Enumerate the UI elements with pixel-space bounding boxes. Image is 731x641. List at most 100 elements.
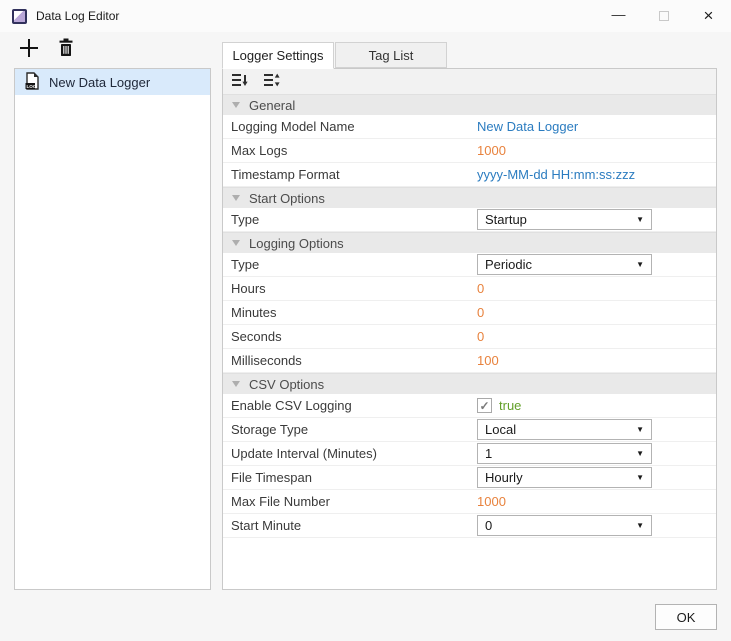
tab-logger-settings[interactable]: Logger Settings bbox=[222, 42, 334, 69]
property-value[interactable]: 1000 bbox=[477, 494, 506, 509]
maximize-button[interactable] bbox=[641, 0, 686, 32]
property-value-cell: New Data Logger bbox=[473, 119, 716, 134]
property-label: Timestamp Format bbox=[231, 167, 473, 182]
dropdown-arrow-icon: ▼ bbox=[636, 425, 644, 434]
collapse-triangle-icon bbox=[232, 102, 240, 108]
property-value-cell: 0 bbox=[473, 281, 716, 296]
collapse-triangle-icon bbox=[232, 240, 240, 246]
property-value-cell: yyyy-MM-dd HH:mm:ss:zzz bbox=[473, 167, 716, 182]
logger-item-label: New Data Logger bbox=[49, 75, 150, 90]
collapse-categories-icon bbox=[232, 73, 249, 90]
ok-button[interactable]: OK bbox=[655, 604, 717, 630]
property-label: Minutes bbox=[231, 305, 473, 320]
property-label: Milliseconds bbox=[231, 353, 473, 368]
dropdown-value: Startup bbox=[485, 212, 527, 227]
dropdown-arrow-icon: ▼ bbox=[636, 473, 644, 482]
property-grid: General Logging Model Name New Data Logger… bbox=[223, 94, 716, 538]
property-row-storage-type: Storage Type Local▼ bbox=[223, 418, 716, 442]
property-label: Logging Model Name bbox=[231, 119, 473, 134]
section-header-logging-options[interactable]: Logging Options bbox=[223, 232, 716, 253]
property-value-cell: ✓ true bbox=[473, 398, 716, 413]
property-label: Max File Number bbox=[231, 494, 473, 509]
property-value-cell: 1000 bbox=[473, 143, 716, 158]
property-value[interactable]: 1000 bbox=[477, 143, 506, 158]
property-value-cell: 1000 bbox=[473, 494, 716, 509]
dropdown-storage-type[interactable]: Local▼ bbox=[477, 419, 652, 440]
property-row-type: Type Periodic▼ bbox=[223, 253, 716, 277]
checkbox-value-label: true bbox=[499, 398, 521, 413]
property-grid-toolbar bbox=[223, 69, 716, 94]
property-label: Type bbox=[231, 257, 473, 272]
property-value-cell: Hourly▼ bbox=[473, 467, 716, 488]
dropdown-arrow-icon: ▼ bbox=[636, 449, 644, 458]
property-row-milliseconds: Milliseconds 100 bbox=[223, 349, 716, 373]
section-title: Logging Options bbox=[249, 236, 344, 251]
property-value-cell: 1▼ bbox=[473, 443, 716, 464]
trash-icon bbox=[58, 38, 74, 60]
logger-list-item[interactable]: LOG New Data Logger bbox=[15, 69, 210, 95]
section-header-csv-options[interactable]: CSV Options bbox=[223, 373, 716, 394]
property-value[interactable]: 0 bbox=[477, 305, 484, 320]
property-row-update-interval-minutes: Update Interval (Minutes)1▼ bbox=[223, 442, 716, 466]
collapse-triangle-icon bbox=[232, 195, 240, 201]
property-value[interactable]: 100 bbox=[477, 353, 499, 368]
property-value[interactable]: 0 bbox=[477, 281, 484, 296]
minimize-icon: — bbox=[612, 6, 626, 22]
property-value[interactable]: New Data Logger bbox=[477, 119, 578, 134]
expand-categories-icon bbox=[264, 73, 281, 90]
tab-tag-list[interactable]: Tag List bbox=[335, 42, 447, 68]
expand-categories-button[interactable] bbox=[262, 73, 282, 91]
dropdown-arrow-icon: ▼ bbox=[636, 215, 644, 224]
property-value-cell: 0▼ bbox=[473, 515, 716, 536]
add-logger-button[interactable] bbox=[18, 38, 40, 60]
dropdown-value: 0 bbox=[485, 518, 492, 533]
property-label: File Timespan bbox=[231, 470, 473, 485]
property-value[interactable]: yyyy-MM-dd HH:mm:ss:zzz bbox=[477, 167, 635, 182]
logger-list: LOG New Data Logger bbox=[14, 68, 211, 590]
property-row-logging-model-name: Logging Model Name New Data Logger bbox=[223, 115, 716, 139]
minimize-button[interactable]: — bbox=[596, 0, 641, 32]
log-file-icon: LOG bbox=[25, 72, 40, 93]
collapse-triangle-icon bbox=[232, 381, 240, 387]
collapse-categories-button[interactable] bbox=[230, 73, 250, 91]
section-title: CSV Options bbox=[249, 377, 324, 392]
property-row-file-timespan: File Timespan Hourly▼ bbox=[223, 466, 716, 490]
property-row-seconds: Seconds 0 bbox=[223, 325, 716, 349]
window-title: Data Log Editor bbox=[36, 9, 119, 23]
property-label: Start Minute bbox=[231, 518, 473, 533]
property-row-start-minute: Start Minute0▼ bbox=[223, 514, 716, 538]
close-icon: × bbox=[704, 6, 714, 26]
dropdown-start-minute[interactable]: 0▼ bbox=[477, 515, 652, 536]
dropdown-update-interval-minutes[interactable]: 1▼ bbox=[477, 443, 652, 464]
property-value-cell: 0 bbox=[473, 305, 716, 320]
close-button[interactable]: × bbox=[686, 0, 731, 32]
dropdown-value: 1 bbox=[485, 446, 492, 461]
property-label: Storage Type bbox=[231, 422, 473, 437]
property-panel: General Logging Model Name New Data Logger… bbox=[222, 68, 717, 590]
tab-strip: Logger Settings Tag List bbox=[222, 42, 448, 69]
checkbox-enable-csv-logging[interactable]: ✓ bbox=[477, 398, 492, 413]
property-value[interactable]: 0 bbox=[477, 329, 484, 344]
section-header-start-options[interactable]: Start Options bbox=[223, 187, 716, 208]
window-controls: — × bbox=[596, 0, 731, 32]
property-value-cell: 100 bbox=[473, 353, 716, 368]
property-label: Max Logs bbox=[231, 143, 473, 158]
dropdown-type[interactable]: Periodic▼ bbox=[477, 254, 652, 275]
property-value-cell: Local▼ bbox=[473, 419, 716, 440]
property-label: Type bbox=[231, 212, 473, 227]
property-label: Seconds bbox=[231, 329, 473, 344]
dropdown-file-timespan[interactable]: Hourly▼ bbox=[477, 467, 652, 488]
section-header-general[interactable]: General bbox=[223, 94, 716, 115]
dropdown-type[interactable]: Startup ▼ bbox=[477, 209, 652, 230]
dropdown-arrow-icon: ▼ bbox=[636, 521, 644, 530]
property-value-cell: 0 bbox=[473, 329, 716, 344]
section-title: Start Options bbox=[249, 191, 325, 206]
logger-toolbar bbox=[18, 38, 77, 60]
property-label: Update Interval (Minutes) bbox=[231, 446, 473, 461]
maximize-icon bbox=[659, 11, 669, 21]
property-value-cell: Startup ▼ bbox=[473, 209, 716, 230]
app-icon bbox=[12, 9, 27, 24]
property-row-enable-csv-logging: Enable CSV Logging✓true bbox=[223, 394, 716, 418]
svg-text:LOG: LOG bbox=[27, 83, 37, 88]
delete-logger-button[interactable] bbox=[55, 38, 77, 60]
